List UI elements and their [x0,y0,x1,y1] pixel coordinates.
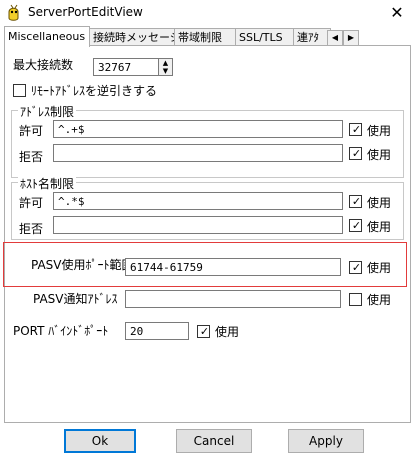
reverse-lookup-checkbox[interactable] [13,84,26,97]
address-deny-label: 拒否 [19,150,44,164]
address-allow-use-label: 使用 [367,124,392,138]
tab-miscellaneous[interactable]: Miscellaneous [4,26,90,47]
pasv-notify-use-label: 使用 [367,293,392,307]
host-deny-use-checkbox[interactable]: ✓ [349,219,362,232]
max-connections-spinner[interactable]: ▲ ▼ [159,58,173,76]
host-deny-input[interactable] [53,216,343,234]
address-restriction-title: ｱﾄﾞﾚｽ制限 [18,103,77,120]
max-connections-label: 最大接続数 [13,58,74,72]
host-allow-use-checkbox[interactable]: ✓ [349,195,362,208]
tab-strip: Miscellaneous 接続時メッセージ 帯域制限 SSL/TLS 連ｱﾀ … [4,26,410,47]
port-bind-input[interactable]: 20 [125,322,189,340]
host-restriction-title: ﾎｽﾄ名制限 [18,175,77,192]
tab-connect-message[interactable]: 接続時メッセージ [89,28,181,46]
address-allow-use-checkbox[interactable]: ✓ [349,123,362,136]
server-port-edit-window: ServerPortEditView ✕ Miscellaneous 接続時メッ… [0,0,416,464]
spin-down-icon[interactable]: ▼ [159,67,172,75]
pasv-range-input[interactable]: 61744-61759 [125,258,341,276]
host-deny-label: 拒否 [19,222,44,236]
tab-continuous-attack[interactable]: 連ｱﾀ [293,28,331,46]
port-bind-use-label: 使用 [215,325,240,339]
address-deny-use-checkbox[interactable]: ✓ [349,147,362,160]
pasv-range-use-checkbox[interactable]: ✓ [349,261,362,274]
port-bind-use-checkbox[interactable]: ✓ [197,325,210,338]
app-icon [8,4,19,21]
close-icon[interactable]: ✕ [384,2,410,24]
host-allow-label: 許可 [19,196,44,210]
host-allow-use-label: 使用 [367,196,392,210]
window-title: ServerPortEditView [28,5,143,19]
host-deny-use-label: 使用 [367,220,392,234]
ok-button[interactable]: Ok [64,429,136,453]
address-allow-label: 許可 [19,124,44,138]
cancel-button[interactable]: Cancel [176,429,252,453]
address-allow-input[interactable]: ^.+$ [53,120,343,138]
tab-bandwidth[interactable]: 帯域制限 [174,28,237,46]
address-deny-input[interactable] [53,144,343,162]
pasv-notify-label: PASV通知ｱﾄﾞﾚｽ [33,292,118,306]
address-deny-use-label: 使用 [367,148,392,162]
pasv-range-use-label: 使用 [367,261,392,275]
tab-scroll-right-icon[interactable]: ▶ [343,30,359,46]
host-allow-input[interactable]: ^.*$ [53,192,343,210]
tab-ssl-tls[interactable]: SSL/TLS [235,28,295,46]
apply-button[interactable]: Apply [288,429,364,453]
reverse-lookup-label: ﾘﾓｰﾄｱﾄﾞﾚｽを逆引きする [31,84,158,98]
miscellaneous-panel: 最大接続数 32767 ▲ ▼ ﾘﾓｰﾄｱﾄﾞﾚｽを逆引きする ｱﾄﾞﾚｽ制限 … [3,45,411,423]
pasv-notify-use-checkbox[interactable] [349,293,362,306]
tab-scroll-left-icon[interactable]: ◀ [327,30,343,46]
title-bar[interactable]: ServerPortEditView ✕ [0,0,416,26]
max-connections-input[interactable]: 32767 [93,58,159,76]
pasv-notify-input[interactable] [125,290,341,308]
port-bind-label: PORT ﾊﾞｲﾝﾄﾞﾎﾟｰﾄ [13,324,109,338]
spin-up-icon[interactable]: ▲ [159,59,172,67]
pasv-range-label: PASV使用ﾎﾟｰﾄ範囲 [31,258,134,272]
